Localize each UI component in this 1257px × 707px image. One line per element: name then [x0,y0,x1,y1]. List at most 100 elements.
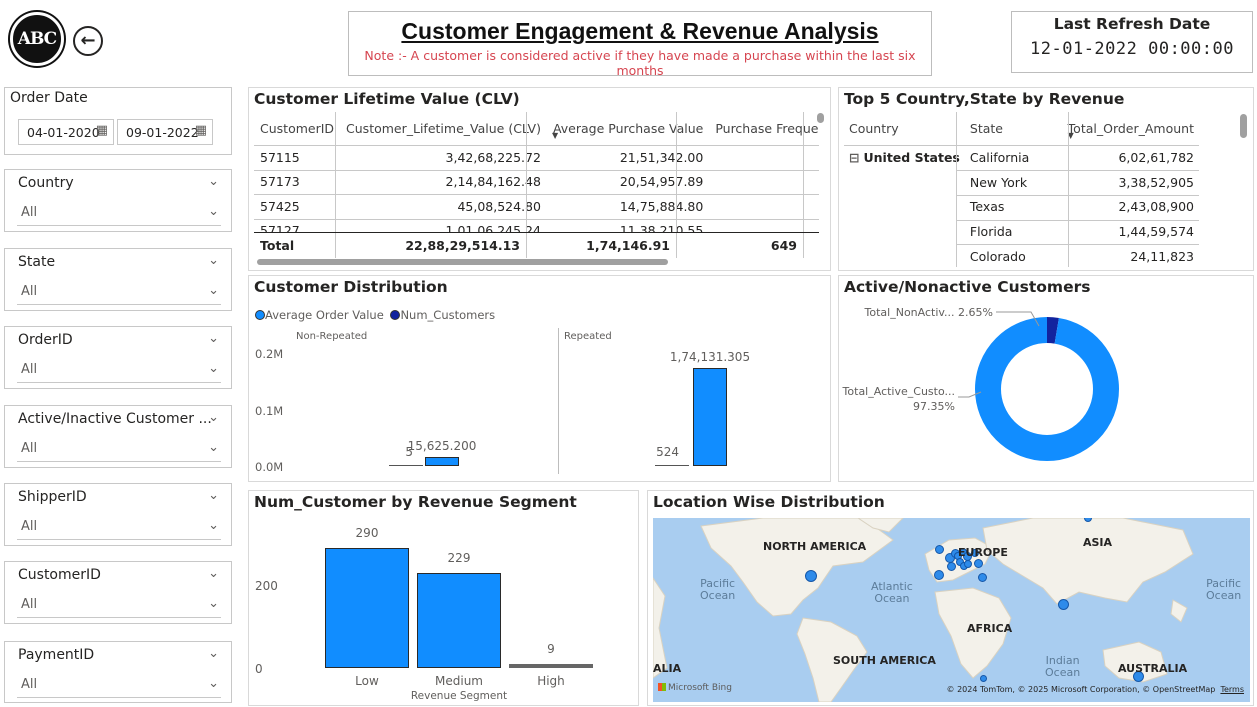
location-marker[interactable] [1057,598,1069,610]
clv-header-row: CustomerID Customer_Lifetime_Value (CLV)… [254,112,819,145]
table-row[interactable]: ⊟ United States California 6,02,61,782 [844,145,1199,170]
active-note: Note :- A customer is considered active … [364,48,916,78]
clv-total-label: Total [260,238,295,253]
location-marker[interactable] [934,570,944,580]
terms-link[interactable]: Terms [1220,685,1244,694]
table-row[interactable]: 57173 2,14,84,162.48 20,54,957.89 9 [254,170,819,195]
clv-cell: 57425 [260,198,300,214]
amount-cell: 1,44,59,574 [1118,224,1194,240]
chevron-down-icon[interactable]: ⌄ [208,566,219,581]
location-marker[interactable] [934,544,944,554]
active-value-label: 97.35% [913,400,955,413]
top5-col-header[interactable]: Total_Order_Amount ▼ [1063,112,1199,145]
map-label: SOUTH AMERICA [833,654,936,667]
map-label: AUSTRALIA [1118,662,1188,675]
clv-cell: 2,14,84,162.48 [445,174,541,190]
calendar-icon[interactable]: ▦ [96,123,108,138]
table-row[interactable]: Texas 2,43,08,900 [844,195,1199,220]
avg-order-value-bar[interactable] [425,457,459,466]
top5-table-viewport: Country State Total_Order_Amount ▼ ⊟ Unite… [844,112,1199,267]
table-row[interactable]: 57425 45,08,524.80 14,75,884.80 5 [254,194,819,219]
clv-total-value: 22,88,29,514.13 [405,238,520,253]
clv-col-header-text: Average Purchase Value [552,121,704,136]
shipperid-slicer: ShipperID ⌄ All ⌄ [4,483,232,546]
ocean-label: Indian Ocean [1045,654,1081,679]
table-row[interactable]: Colorado 24,11,823 [844,244,1199,269]
table-row[interactable]: Florida 1,44,59,574 [844,219,1199,244]
bing-text: Microsoft Bing [668,683,732,693]
order-date-to[interactable]: 09-01-2022 ▦ [117,119,213,145]
active-inactive-dropdown[interactable]: All ⌄ [17,437,221,462]
windows-icon [658,683,666,691]
location-marker[interactable] [979,674,987,682]
orderid-dropdown[interactable]: All ⌄ [17,358,221,383]
chevron-down-icon[interactable]: ⌄ [208,410,219,425]
amount-cell: 2,43,08,900 [1118,199,1194,215]
clv-col-header[interactable]: Customer_Lifetime_Value (CLV) [340,112,547,145]
state-cell: California [969,149,1030,165]
location-marker[interactable] [1084,518,1092,522]
map-label: ALIA [653,662,682,675]
location-marker[interactable] [964,560,972,568]
avg-order-value-bar[interactable] [693,367,727,466]
orderid-dropdown-value: All [21,362,38,377]
customerid-dropdown[interactable]: All ⌄ [17,593,221,618]
clv-col-header[interactable]: CustomerID [254,112,340,145]
active-inactive-dropdown-value: All [21,441,38,456]
location-marker[interactable] [805,570,817,582]
active-slice[interactable] [975,317,1119,461]
chevron-down-icon[interactable]: ⌄ [208,174,219,189]
chevron-down-icon[interactable]: ⌄ [208,646,219,661]
map-title: Location Wise Distribution [653,493,885,511]
x-tick: Medium [435,674,483,688]
active-label: Total_Active_Custo... [842,385,955,398]
vertical-scrollbar[interactable] [817,113,824,123]
location-marker[interactable] [946,561,956,571]
vertical-scrollbar[interactable] [1240,114,1247,138]
table-row[interactable]: 57115 3,42,68,225.72 21,51,342.00 9 [254,145,819,170]
company-logo: ABC [10,12,64,66]
country-cell[interactable]: ⊟ United States [844,145,965,170]
paymentid-dropdown[interactable]: All ⌄ [17,673,221,698]
segment-value-label: 290 [355,526,379,540]
grid-line [254,145,819,146]
table-row[interactable]: New York 3,38,52,905 [844,170,1199,195]
state-cell: New York [969,174,1028,190]
copyright-text: © 2024 TomTom, © 2025 Microsoft Corporat… [946,685,1216,694]
num-customers-bar[interactable] [389,465,423,466]
chevron-down-icon: ⌄ [208,596,219,611]
horizontal-scrollbar[interactable] [257,259,668,265]
segment-bar[interactable] [417,573,501,668]
chevron-down-icon[interactable]: ⌄ [208,488,219,503]
top5-header-row: Country State Total_Order_Amount ▼ [844,112,1199,145]
country-slicer-label: Country [18,175,74,191]
shipperid-dropdown[interactable]: All ⌄ [17,515,221,540]
world-map[interactable]: NORTH AMERICA EUROPE ASIA AFRICA SOUTH A… [653,518,1250,702]
state-cell: Florida [969,224,1013,240]
back-arrow-icon[interactable]: ← [73,26,103,56]
clv-cell: 20,54,957.89 [619,174,704,190]
segment-bar[interactable] [325,548,409,668]
segment-value-label: 9 [547,642,555,657]
clv-table: CustomerID Customer_Lifetime_Value (CLV)… [254,112,819,243]
x-tick: Low [355,674,379,688]
location-marker[interactable] [973,558,983,568]
top5-col-header[interactable]: State [965,112,1063,145]
segment-value-label: 229 [447,551,471,566]
chevron-down-icon[interactable]: ⌄ [208,331,219,346]
collapse-icon[interactable]: ⊟ [849,150,859,165]
order-date-from-value: 04-01-2020 [27,125,100,140]
num-customers-bar[interactable] [655,465,689,466]
calendar-icon[interactable]: ▦ [195,123,207,138]
x-tick: High [537,674,565,688]
segment-bar[interactable] [509,664,593,668]
top5-col-header[interactable]: Country [844,112,965,145]
country-dropdown[interactable]: All ⌄ [17,201,221,226]
state-cell: Texas [969,199,1005,215]
clv-col-header[interactable]: Average Purchase Value ▼ [547,112,709,145]
state-dropdown[interactable]: All ⌄ [17,280,221,305]
location-marker[interactable] [977,572,987,582]
chevron-down-icon[interactable]: ⌄ [208,253,219,268]
active-panel: Active/Nonactive Customers Total_NonActi… [838,275,1254,482]
order-date-from[interactable]: 04-01-2020 ▦ [18,119,114,145]
